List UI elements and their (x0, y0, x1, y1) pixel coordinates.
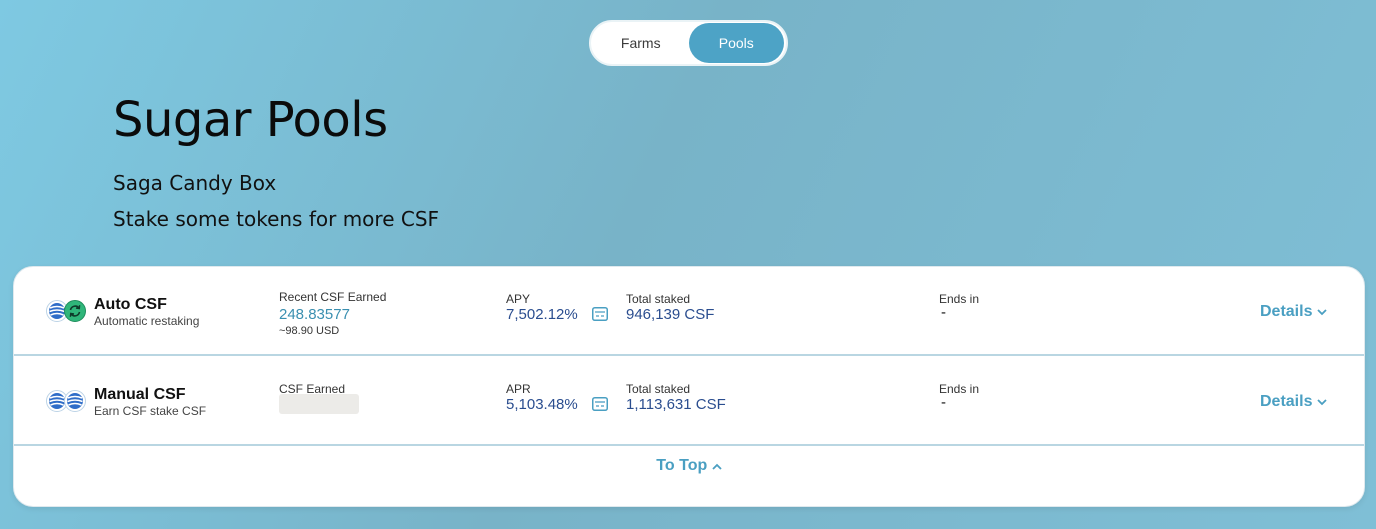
total-staked-value: 946,139 CSF (626, 306, 715, 323)
chevron-down-icon (1317, 393, 1328, 411)
details-label: Details (1260, 303, 1313, 320)
earned-usd-value: ~98.90 USD (279, 325, 340, 337)
apy-value: 7,502.12% (506, 306, 578, 323)
total-staked-label: Total staked (626, 382, 691, 396)
earned-label: Recent CSF Earned (279, 290, 387, 304)
to-top-row: To Top (14, 457, 1364, 475)
farms-tab[interactable]: Farms (593, 23, 689, 63)
pool-name: Manual CSF (94, 386, 186, 403)
chevron-up-icon (712, 457, 722, 474)
to-top-button[interactable]: To Top (656, 457, 722, 474)
to-top-label: To Top (656, 457, 708, 474)
details-button[interactable]: Details (1260, 303, 1328, 321)
total-staked-value: 1,113,631 CSF (626, 396, 726, 413)
apr-label: APR (506, 382, 531, 396)
pool-row-auto-csf[interactable]: Auto CSF Automatic restaking Recent CSF … (14, 267, 1364, 356)
auto-restake-icon (64, 300, 86, 322)
chevron-down-icon (1317, 303, 1328, 321)
ends-in-value: - (941, 304, 946, 321)
pool-row-manual-csf[interactable]: Manual CSF Earn CSF stake CSF CSF Earned… (14, 357, 1364, 446)
csf-token-icon (64, 390, 86, 412)
page-subtitle: Saga Candy Box (113, 171, 277, 195)
farms-pools-toggle: Farms Pools (589, 20, 788, 66)
earned-loading-skeleton (279, 394, 359, 414)
pools-card: Auto CSF Automatic restaking Recent CSF … (13, 266, 1365, 507)
page-title: Sugar Pools (113, 92, 388, 148)
page-description: Stake some tokens for more CSF (113, 207, 440, 231)
pool-name: Auto CSF (94, 296, 167, 313)
ends-in-value: - (941, 394, 946, 411)
details-button[interactable]: Details (1260, 393, 1328, 411)
calculator-icon[interactable] (592, 307, 608, 321)
details-label: Details (1260, 393, 1313, 410)
pools-tab[interactable]: Pools (688, 23, 784, 63)
total-staked-label: Total staked (626, 292, 691, 306)
apy-label: APY (506, 292, 531, 306)
apr-value: 5,103.48% (506, 396, 578, 413)
pool-description: Automatic restaking (94, 314, 200, 328)
pool-description: Earn CSF stake CSF (94, 404, 207, 418)
calculator-icon[interactable] (592, 397, 608, 411)
earned-value: 248.83577 (279, 306, 350, 323)
